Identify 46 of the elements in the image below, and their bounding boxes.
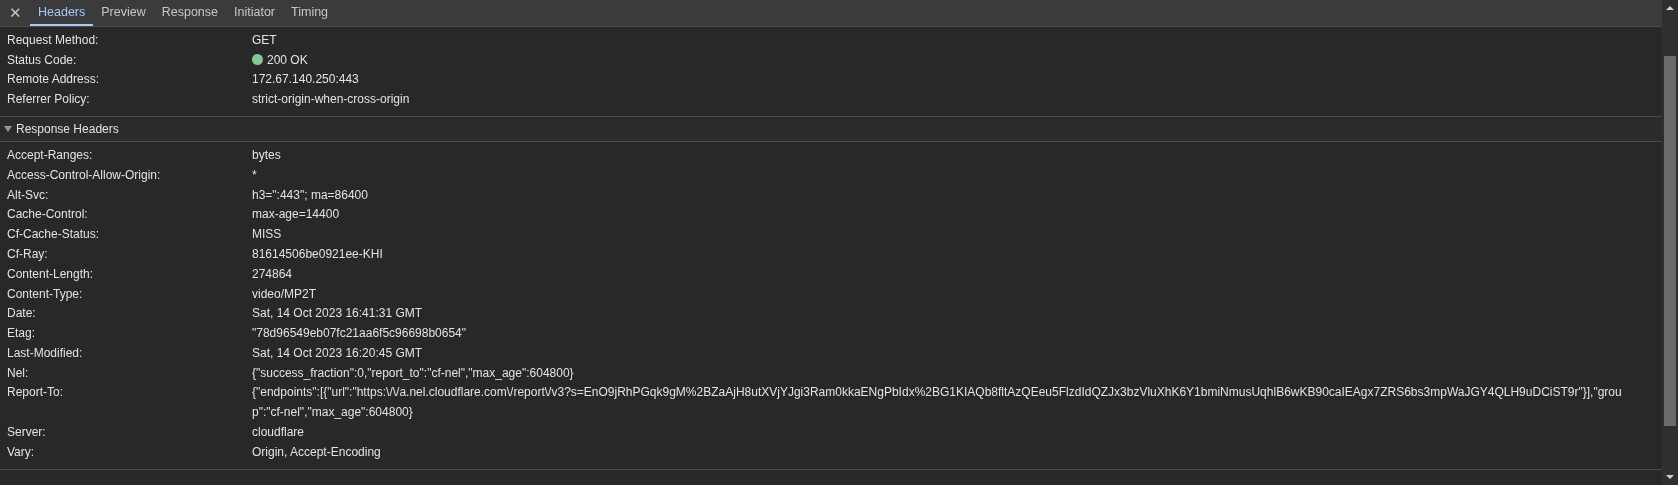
header-value: bytes xyxy=(252,147,282,165)
header-name: Content-Length: xyxy=(6,265,95,283)
scrollbar-thumb[interactable] xyxy=(1664,56,1676,426)
header-value: 81614506be0921ee-KHI xyxy=(252,246,384,264)
header-name: Date: xyxy=(6,305,37,323)
header-name: Status Code: xyxy=(6,51,78,69)
header-name: Server: xyxy=(6,424,47,442)
tab[interactable]: Timing xyxy=(283,0,337,26)
header-value: strict-origin-when-cross-origin xyxy=(252,91,411,109)
header-value: 172.67.140.250:443 xyxy=(252,71,360,89)
header-value: h3=":443"; ma=86400 xyxy=(252,186,369,204)
header-value: 274864 xyxy=(252,265,294,283)
header-name: Content-Type: xyxy=(6,285,84,303)
tab[interactable]: Headers xyxy=(30,0,94,26)
header-value: max-age=14400 xyxy=(252,206,341,224)
close-button[interactable]: ✕ xyxy=(0,0,30,26)
tab[interactable]: Initiator xyxy=(226,0,283,26)
header-value: Sat, 14 Oct 2023 16:20:45 GMT xyxy=(252,345,424,363)
tab[interactable]: Preview xyxy=(93,0,154,26)
header-name: Last-Modified: xyxy=(6,345,84,363)
header-name: Cache-Control: xyxy=(6,206,89,224)
header-value: cloudflare xyxy=(252,424,306,442)
header-name: Nel: xyxy=(6,364,30,382)
header-name: Cf-Ray: xyxy=(6,246,49,264)
header-value: "78d96549eb07fc21aa6f5c96698b0654" xyxy=(252,325,468,343)
header-value: 200 OK xyxy=(267,52,308,67)
header-value: * xyxy=(252,166,258,184)
header-name: Alt-Svc: xyxy=(6,186,50,204)
header-value: video/MP2T xyxy=(252,285,318,303)
header-name: Request Method: xyxy=(6,31,100,49)
header-value: MISS xyxy=(252,226,283,244)
header-name: Remote Address: xyxy=(6,71,101,89)
header-name: Access-Control-Allow-Origin: xyxy=(6,166,162,184)
section-header[interactable]: Response Headers xyxy=(4,120,119,139)
header-value: Origin, Accept-Encoding xyxy=(252,444,382,462)
disclosure-triangle-icon xyxy=(4,125,12,134)
header-value: Sat, 14 Oct 2023 16:41:31 GMT xyxy=(252,305,424,323)
header-value: GET xyxy=(252,31,278,49)
header-name: Vary: xyxy=(6,444,36,462)
header-value: {"success_fraction":0,"report_to":"cf-nel","max_age":604800} xyxy=(252,364,575,382)
header-name: Cf-Cache-Status: xyxy=(6,226,101,244)
tab[interactable]: Response xyxy=(153,0,226,26)
header-name: Etag: xyxy=(6,325,37,343)
header-name: Accept-Ranges: xyxy=(6,147,94,165)
header-name: Report-To: xyxy=(6,383,65,401)
header-name: Referrer Policy: xyxy=(6,91,91,109)
